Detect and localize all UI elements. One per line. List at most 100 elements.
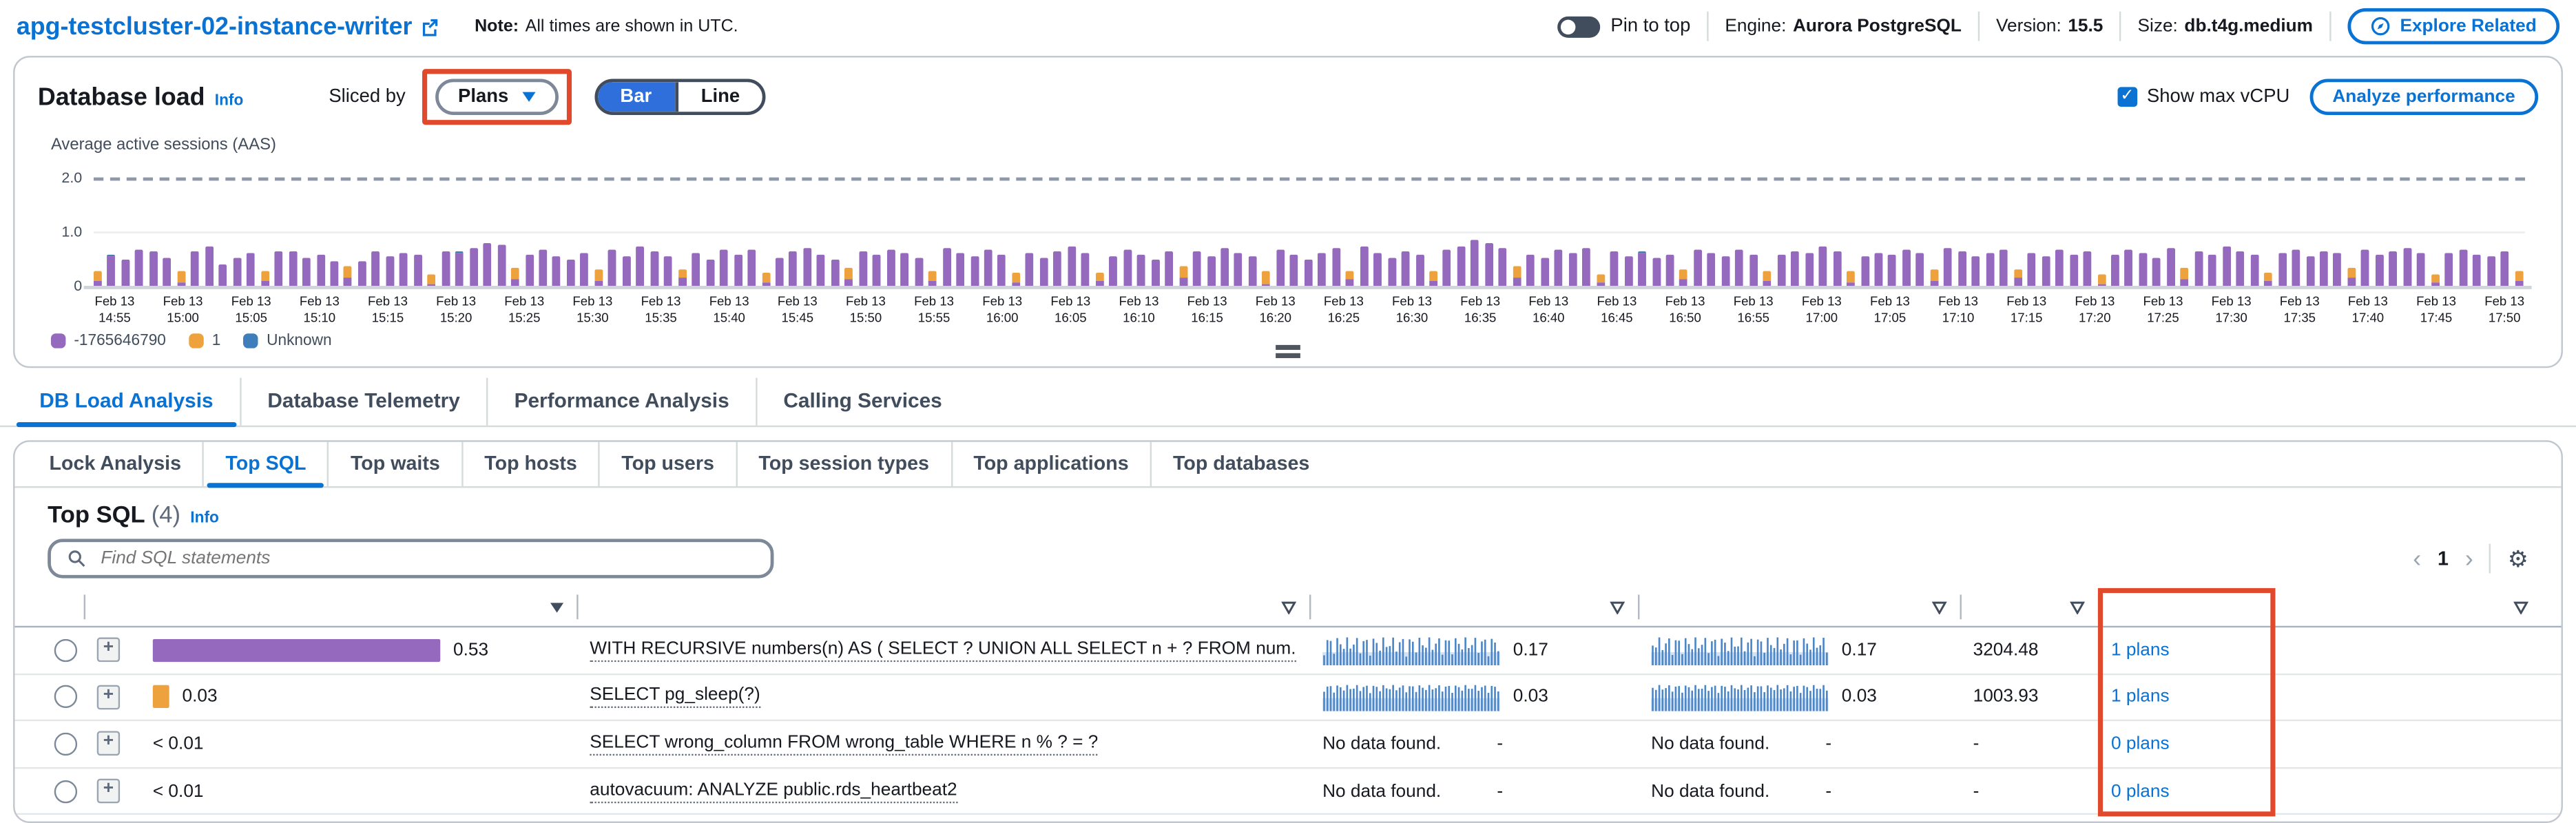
chart-bar[interactable] bbox=[1568, 253, 1577, 286]
chart-bar[interactable] bbox=[1958, 251, 1966, 286]
chart-bar[interactable] bbox=[2515, 272, 2523, 286]
chart-bar[interactable] bbox=[1889, 254, 1897, 286]
chart-bar[interactable] bbox=[136, 249, 144, 286]
chart-bar[interactable] bbox=[1137, 254, 1145, 286]
column-header-calls[interactable] bbox=[1309, 594, 1638, 619]
chart-bar[interactable] bbox=[1999, 249, 2008, 287]
chart-bar[interactable] bbox=[247, 253, 255, 286]
chart-bar[interactable] bbox=[163, 258, 172, 286]
chart-bar[interactable] bbox=[2473, 254, 2481, 286]
chart-bar[interactable] bbox=[302, 257, 311, 286]
chart-bar[interactable] bbox=[2486, 256, 2495, 286]
chart-bar[interactable] bbox=[1680, 269, 1688, 286]
chart-bar[interactable] bbox=[149, 251, 158, 286]
chart-bar[interactable] bbox=[1582, 248, 1590, 286]
chart-bar[interactable] bbox=[1040, 258, 1048, 286]
chart-bar[interactable] bbox=[1666, 254, 1674, 286]
chart-bar[interactable] bbox=[567, 260, 575, 286]
column-header-rows[interactable] bbox=[1638, 594, 1960, 619]
subtab-top-applications[interactable]: Top applications bbox=[951, 442, 1150, 486]
chart-bar[interactable] bbox=[1541, 258, 1549, 286]
filter-icon[interactable] bbox=[1610, 601, 1624, 614]
chart-bar[interactable] bbox=[692, 253, 700, 286]
chart-bar[interactable] bbox=[984, 250, 993, 286]
chart-bar[interactable] bbox=[1471, 240, 1479, 286]
chart-bar[interactable] bbox=[2055, 249, 2064, 286]
chart-bar[interactable] bbox=[1110, 256, 1118, 286]
subtab-top-waits[interactable]: Top waits bbox=[328, 442, 461, 486]
chart-bar[interactable] bbox=[2236, 251, 2245, 286]
filter-icon[interactable] bbox=[1932, 601, 1946, 614]
chart-bar[interactable] bbox=[1221, 248, 1229, 286]
chart-bar[interactable] bbox=[428, 275, 436, 286]
chart-bar[interactable] bbox=[1707, 253, 1716, 286]
chart-bar[interactable] bbox=[1318, 253, 1327, 286]
chart-bar[interactable] bbox=[484, 242, 492, 286]
chart-bar[interactable] bbox=[497, 244, 506, 286]
chart-bar[interactable] bbox=[1791, 251, 1799, 286]
gear-icon[interactable]: ⚙ bbox=[2508, 545, 2528, 573]
chart-bar[interactable] bbox=[455, 251, 464, 286]
chart-bar[interactable] bbox=[1847, 272, 1855, 286]
chart-bar[interactable] bbox=[2153, 257, 2161, 286]
chart-bar[interactable] bbox=[928, 271, 937, 286]
chart-bar[interactable] bbox=[2376, 254, 2384, 286]
chart-bar[interactable] bbox=[2014, 269, 2022, 286]
chart-bar[interactable] bbox=[2347, 267, 2356, 286]
tab-db-load-analysis[interactable]: DB Load Analysis bbox=[13, 378, 240, 426]
chart-bar[interactable] bbox=[1694, 249, 1702, 287]
chart-bar[interactable] bbox=[2445, 253, 2453, 286]
row-radio-button[interactable] bbox=[54, 638, 77, 661]
chart-bar[interactable] bbox=[873, 255, 881, 286]
chart-bar[interactable] bbox=[1721, 256, 1730, 286]
chart-bar[interactable] bbox=[1290, 254, 1298, 286]
chart-bar[interactable] bbox=[1402, 251, 1410, 286]
chart-bar[interactable] bbox=[831, 259, 840, 286]
column-header-plans[interactable] bbox=[2098, 594, 2272, 619]
chart-bar[interactable] bbox=[1151, 259, 1159, 286]
chart-bar[interactable] bbox=[2362, 250, 2370, 286]
chart-bar[interactable] bbox=[1249, 257, 1257, 286]
column-header-load[interactable] bbox=[133, 594, 577, 619]
chart-bar[interactable] bbox=[1095, 272, 1103, 286]
aas-chart[interactable]: 2.0 1.0 0 bbox=[94, 178, 2525, 286]
chart-bar[interactable] bbox=[177, 271, 185, 286]
chart-bar[interactable] bbox=[1624, 256, 1632, 286]
plans-count-link[interactable]: 0 plans bbox=[2111, 781, 2170, 801]
chart-bar[interactable] bbox=[1597, 274, 1605, 286]
chart-bar[interactable] bbox=[2320, 251, 2328, 286]
chart-bar[interactable] bbox=[1513, 267, 1521, 286]
chart-bar[interactable] bbox=[1123, 249, 1132, 287]
chart-bar[interactable] bbox=[1068, 247, 1076, 286]
filter-icon[interactable] bbox=[2513, 601, 2528, 614]
view-option-bar[interactable]: Bar bbox=[597, 82, 675, 112]
chart-bar[interactable] bbox=[720, 249, 728, 287]
subtab-lock-analysis[interactable]: Lock Analysis bbox=[28, 442, 202, 486]
chart-bar[interactable] bbox=[1833, 251, 1841, 286]
expand-icon[interactable]: + bbox=[97, 779, 120, 804]
tab-calling-services[interactable]: Calling Services bbox=[756, 378, 968, 426]
chart-bar[interactable] bbox=[2278, 253, 2286, 286]
chart-bar[interactable] bbox=[998, 254, 1006, 286]
chart-bar[interactable] bbox=[636, 247, 645, 286]
chart-bar[interactable] bbox=[664, 256, 672, 286]
chart-bar[interactable] bbox=[539, 250, 547, 286]
chart-bar[interactable] bbox=[845, 269, 853, 286]
sql-search-box[interactable] bbox=[48, 539, 773, 578]
chart-bar[interactable] bbox=[358, 262, 366, 286]
database-load-info-link[interactable]: Info bbox=[215, 91, 244, 109]
chart-bar[interactable] bbox=[1972, 256, 1980, 286]
chart-bar[interactable] bbox=[1610, 251, 1619, 286]
chart-bar[interactable] bbox=[2417, 252, 2425, 286]
chart-bar[interactable] bbox=[1234, 252, 1243, 286]
legend-item[interactable]: -1765646790 bbox=[51, 333, 166, 351]
tab-performance-analysis[interactable]: Performance Analysis bbox=[486, 378, 756, 426]
expand-icon[interactable]: + bbox=[97, 732, 120, 757]
analyze-performance-button[interactable]: Analyze performance bbox=[2309, 79, 2538, 114]
chart-bar[interactable] bbox=[344, 267, 353, 287]
filter-icon[interactable] bbox=[2070, 601, 2084, 614]
slice-dropdown[interactable]: Plans bbox=[435, 79, 558, 114]
sql-statement-link[interactable]: SELECT wrong_column FROM wrong_table WHE… bbox=[590, 733, 1098, 756]
chart-bar[interactable] bbox=[623, 256, 631, 286]
instance-title-link[interactable]: apg-testcluster-02-instance-writer bbox=[17, 12, 439, 41]
